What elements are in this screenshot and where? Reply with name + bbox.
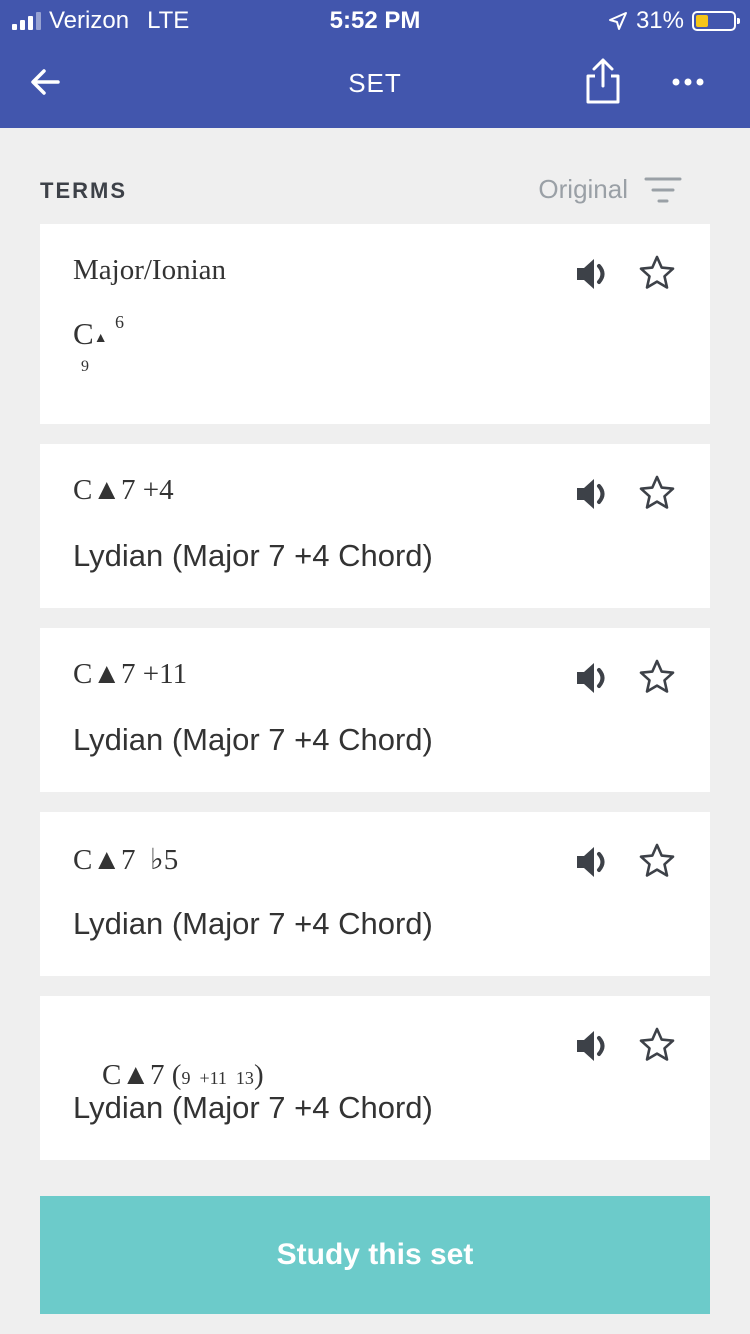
battery-icon [692,11,740,31]
location-arrow-icon [608,12,627,30]
star-icon[interactable] [638,1026,676,1064]
speaker-icon[interactable] [573,842,613,882]
terms-section-header: TERMS Original [40,174,710,210]
speaker-icon[interactable] [573,254,613,294]
definition-chord-symbol: C▲ 6 9 [73,312,124,375]
speaker-icon[interactable] [573,658,613,698]
study-this-set-button[interactable]: Study this set [40,1196,710,1314]
speaker-icon[interactable] [573,474,613,514]
status-bar: Verizon LTE 5:52 PM 31% [0,0,750,40]
status-right: 31% [608,7,740,35]
term-text: Major/Ionian [73,254,227,286]
definition-text: Lydian (Major 7 +4 Chord) [73,538,433,573]
term-text: C▲7 ♭5 [73,844,179,876]
term-card[interactable]: C▲7 ♭5 Lydian (Major 7 +4 Chord) [40,812,710,976]
sort-label: Original [538,174,628,204]
term-card[interactable]: Major/Ionian C▲ 6 9 [40,224,710,424]
filter-icon [644,177,682,202]
term-card[interactable]: C▲7 (9 +11 13) Lydian (Major 7 +4 Chord) [40,996,710,1160]
battery-percent: 31% [635,7,684,34]
definition-text: Lydian (Major 7 +4 Chord) [73,1090,433,1125]
speaker-icon[interactable] [573,1026,613,1066]
share-icon[interactable] [580,56,626,108]
star-icon[interactable] [638,842,676,880]
star-icon[interactable] [638,474,676,512]
sort-button[interactable]: Original [538,174,682,205]
term-text: C▲7 +4 [73,474,174,506]
star-icon[interactable] [638,254,676,292]
nav-bar: SET [0,40,750,128]
star-icon[interactable] [638,658,676,696]
page-title: SET [348,68,402,98]
term-card[interactable]: C▲7 +11 Lydian (Major 7 +4 Chord) [40,628,710,792]
term-card[interactable]: C▲7 +4 Lydian (Major 7 +4 Chord) [40,444,710,608]
term-text: C▲7 +11 [73,658,188,690]
more-options-icon[interactable] [664,64,712,100]
app-header: Verizon LTE 5:52 PM 31% SET [0,0,750,128]
definition-text: Lydian (Major 7 +4 Chord) [73,722,433,757]
terms-label: TERMS [40,178,127,203]
definition-text: Lydian (Major 7 +4 Chord) [73,906,433,941]
